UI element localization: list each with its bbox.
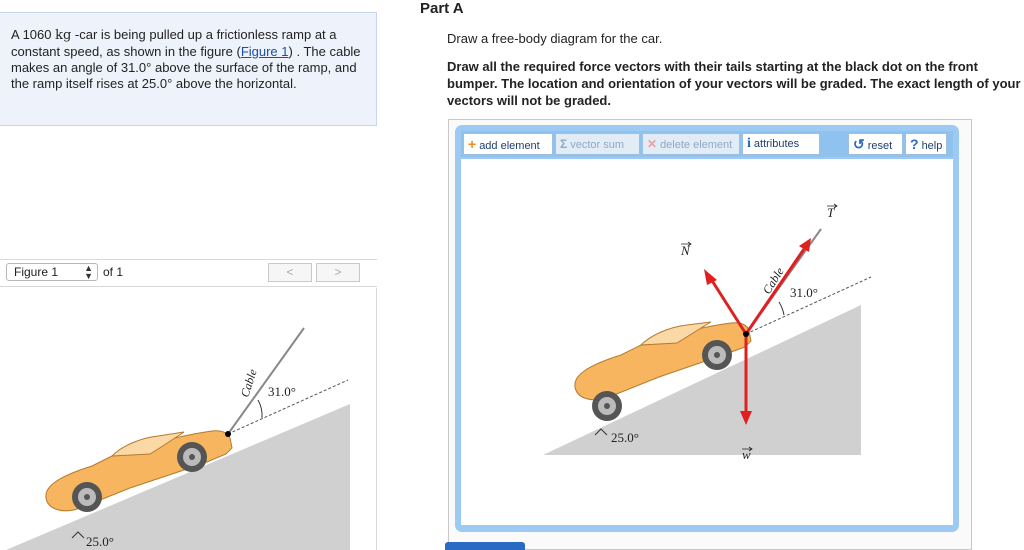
tension-force-label: T	[827, 205, 835, 220]
canvas-bumper-dot	[743, 331, 749, 337]
canvas-cable-angle-arc	[778, 301, 785, 316]
figure-ramp-angle: 25.0°	[86, 534, 114, 549]
x-icon: ✕	[647, 137, 658, 151]
next-figure-button[interactable]: >	[316, 263, 360, 282]
question-icon: ?	[910, 136, 919, 152]
figure-nav-bar: Figure 1 ▲ ▼ of 1 < >	[0, 259, 377, 287]
question-bold-instruction: Draw all the required force vectors with…	[447, 59, 1021, 108]
attributes-button[interactable]: i attributes	[742, 133, 820, 155]
plus-icon: +	[468, 136, 477, 152]
problem-text-1: A 1060	[11, 27, 56, 42]
help-label: help	[921, 140, 943, 152]
figure-count: of 1	[103, 265, 124, 279]
updown-icon: ▲ ▼	[84, 263, 93, 281]
cable	[227, 327, 305, 435]
free-body-diagram[interactable]: N T w 31.0° Cable 25.0°	[461, 159, 953, 525]
drawing-canvas[interactable]: N T w 31.0° Cable 25.0°	[461, 159, 953, 525]
figure-select-value: Figure 1	[14, 265, 59, 279]
figure-cable-angle: 31.0°	[268, 384, 296, 399]
canvas-ramp-angle: 25.0°	[611, 430, 639, 445]
add-element-label: add element	[479, 140, 540, 152]
delete-element-label: delete element	[660, 139, 733, 151]
front-bumper-dot	[225, 431, 231, 437]
add-element-button[interactable]: + add element	[463, 133, 553, 155]
info-icon: i	[747, 136, 751, 151]
reset-icon: ↺	[853, 136, 865, 152]
reset-label: reset	[867, 140, 893, 152]
vector-sum-label: vector sum	[570, 139, 624, 151]
problem-statement: A 1060 kg -car is being pulled up a fric…	[0, 12, 377, 126]
figure-panel: 31.0° Cable 25.0°	[0, 288, 377, 550]
vector-sum-button[interactable]: Σvector sum	[555, 133, 640, 155]
cable-angle-arc	[257, 399, 263, 419]
figure-select[interactable]: Figure 1 ▲ ▼	[6, 263, 98, 281]
submit-button[interactable]	[445, 542, 525, 550]
reset-button[interactable]: ↺ reset	[848, 133, 903, 155]
sigma-icon: Σ	[560, 137, 568, 151]
canvas-cable-angle: 31.0°	[790, 285, 818, 300]
prev-figure-button[interactable]: <	[268, 263, 312, 282]
attributes-label: attributes	[753, 138, 800, 150]
figure-diagram: 31.0° Cable 25.0°	[6, 327, 350, 550]
mass-unit: kg	[55, 28, 72, 43]
ramp	[6, 404, 350, 550]
delete-element-button[interactable]: ✕ delete element	[642, 133, 740, 155]
question-instruction: Draw a free-body diagram for the car.	[447, 31, 663, 46]
figure-link[interactable]: Figure 1	[241, 44, 289, 59]
help-button[interactable]: ? help	[905, 133, 947, 155]
part-title: Part A	[420, 0, 464, 17]
